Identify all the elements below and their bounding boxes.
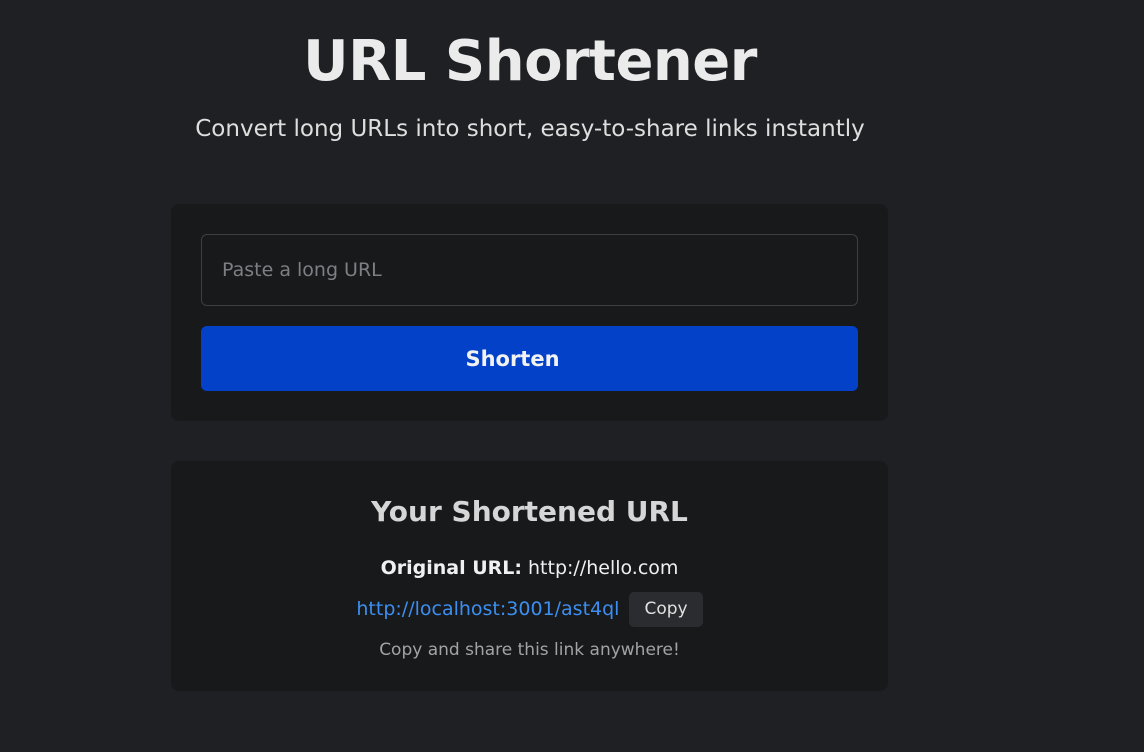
page: URL Shortener Convert long URLs into sho… (0, 0, 1144, 752)
short-url-link[interactable]: http://localhost:3001/ast4ql (356, 596, 619, 622)
result-card: Your Shortened URL Original URL: http://… (171, 461, 888, 691)
page-subtitle: Convert long URLs into short, easy-to-sh… (195, 116, 865, 142)
long-url-input[interactable] (201, 234, 858, 306)
share-hint: Copy and share this link anywhere! (379, 640, 680, 660)
short-url-row: http://localhost:3001/ast4ql Copy (171, 591, 888, 627)
copy-button[interactable]: Copy (629, 591, 703, 627)
original-url-row: Original URL: http://hello.com (171, 555, 888, 581)
shorten-button[interactable]: Shorten (201, 326, 858, 391)
page-title: URL Shortener (303, 29, 757, 94)
original-url-value: http://hello.com (528, 557, 679, 579)
shorten-form-card: Shorten (171, 204, 888, 421)
original-url-label: Original URL: (380, 557, 522, 579)
result-heading: Your Shortened URL (371, 495, 688, 528)
